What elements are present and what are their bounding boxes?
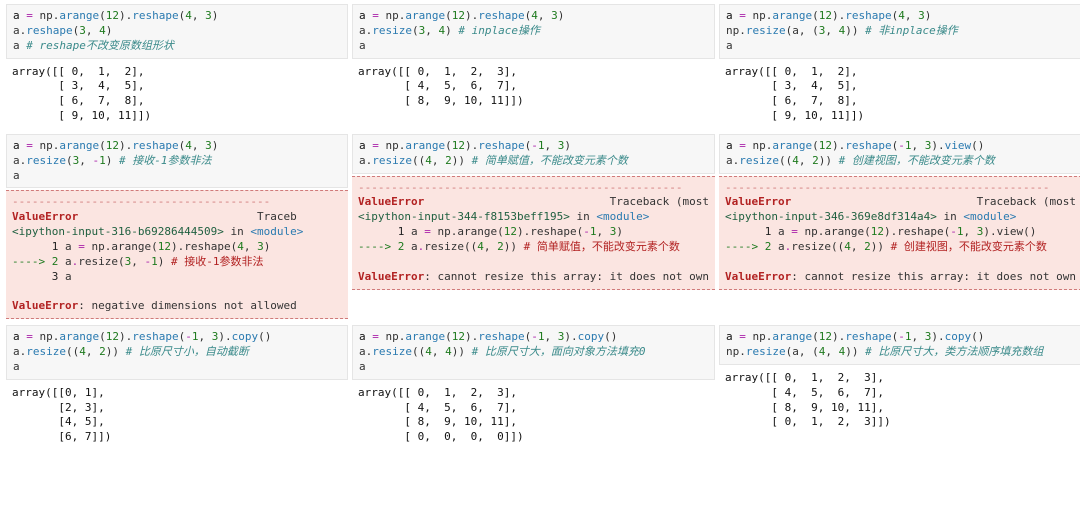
cell-r2c1: a = np.arange(12).reshape(4, 3) a.resize… [4,134,350,325]
code-output: array([[ 0, 1, 2], [ 3, 4, 5], [ 6, 7, 8… [719,61,1080,128]
cell-r2c3: a = np.arange(12).reshape(-1, 3).view() … [717,134,1080,325]
code-output: array([[ 0, 1, 2], [ 3, 4, 5], [ 6, 7, 8… [6,61,348,128]
cell-r3c2: a = np.arange(12).reshape(-1, 3).copy() … [350,325,717,455]
cell-r1c3: a = np.arange(12).reshape(4, 3) np.resiz… [717,4,1080,134]
example-grid: a = np.arange(12).reshape(4, 3) a.reshap… [4,4,1076,455]
code-output: array([[0, 1], [2, 3], [4, 5], [6, 7]]) [6,382,348,449]
code-input: a = np.arange(12).reshape(4, 3) np.resiz… [719,4,1080,59]
code-output: array([[ 0, 1, 2, 3], [ 4, 5, 6, 7], [ 8… [719,367,1080,434]
cell-r1c2: a = np.arange(12).reshape(4, 3) a.resize… [350,4,717,134]
cell-r3c3: a = np.arange(12).reshape(-1, 3).copy() … [717,325,1080,455]
code-input: a = np.arange(12).reshape(-1, 3).copy() … [6,325,348,380]
code-input: a = np.arange(12).reshape(-1, 3).copy() … [352,325,715,380]
error-traceback: ----------------------------------------… [352,176,715,290]
cell-r2c2: a = np.arange(12).reshape(-1, 3) a.resiz… [350,134,717,325]
error-traceback: ----------------------------------------… [719,176,1080,290]
code-input: a = np.arange(12).reshape(4, 3) a.resize… [352,4,715,59]
cell-r3c1: a = np.arange(12).reshape(-1, 3).copy() … [4,325,350,455]
code-input: a = np.arange(12).reshape(4, 3) a.resize… [6,134,348,189]
code-output: array([[ 0, 1, 2, 3], [ 4, 5, 6, 7], [ 8… [352,61,715,114]
code-input: a = np.arange(12).reshape(4, 3) a.reshap… [6,4,348,59]
code-output: array([[ 0, 1, 2, 3], [ 4, 5, 6, 7], [ 8… [352,382,715,449]
cell-r1c1: a = np.arange(12).reshape(4, 3) a.reshap… [4,4,350,134]
code-input: a = np.arange(12).reshape(-1, 3).copy() … [719,325,1080,365]
error-traceback: --------------------------------------- … [6,190,348,319]
code-input: a = np.arange(12).reshape(-1, 3).view() … [719,134,1080,174]
code-input: a = np.arange(12).reshape(-1, 3) a.resiz… [352,134,715,174]
